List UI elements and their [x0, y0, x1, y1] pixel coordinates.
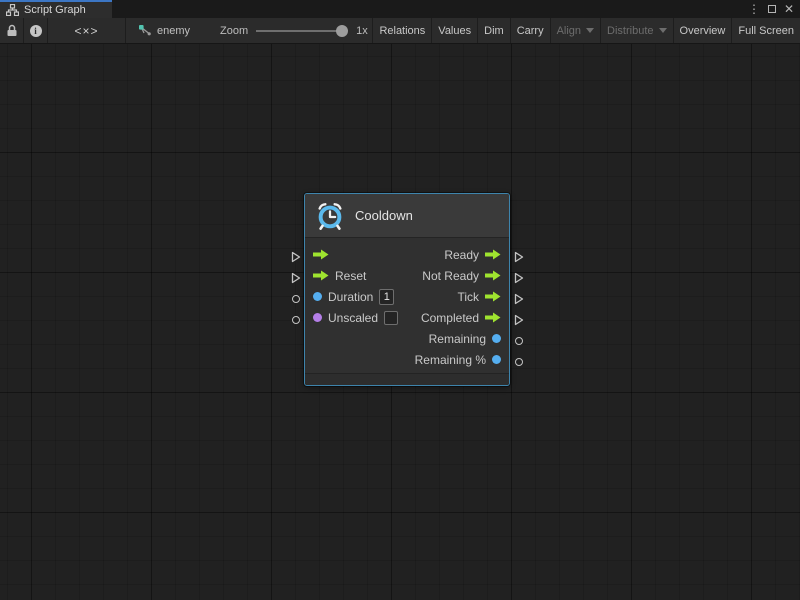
- close-icon[interactable]: ✕: [784, 0, 794, 18]
- flow-arrow-icon: [485, 249, 501, 260]
- graph-toolbar: i <×> enemy Zoom 1x Relations Values: [0, 18, 800, 44]
- value-output-port-remaining-pct[interactable]: [515, 358, 523, 366]
- values-button[interactable]: Values: [431, 18, 477, 43]
- node-footer: [305, 373, 509, 385]
- node-header[interactable]: Cooldown: [305, 194, 509, 238]
- port-output-remaining-pct[interactable]: Remaining %: [415, 353, 501, 367]
- graph-canvas[interactable]: Cooldown Ready Reset: [0, 44, 800, 600]
- graph-breadcrumb[interactable]: enemy: [138, 18, 190, 43]
- port-row: Remaining %: [305, 349, 509, 370]
- flow-output-port-not-ready[interactable]: [514, 272, 524, 284]
- toolbar-buttons: Relations Values Dim Carry Align Distrib…: [372, 18, 800, 43]
- port-output-remaining[interactable]: Remaining: [429, 332, 501, 346]
- port-output-completed[interactable]: Completed: [421, 311, 501, 325]
- value-input-port-unscaled[interactable]: [292, 316, 300, 324]
- flow-output-port-tick[interactable]: [514, 293, 524, 305]
- flow-arrow-icon: [485, 291, 501, 302]
- port-row: Ready: [305, 244, 509, 265]
- port-input-reset[interactable]: Reset: [313, 269, 366, 283]
- port-output-tick[interactable]: Tick: [457, 290, 501, 304]
- carry-button[interactable]: Carry: [510, 18, 550, 43]
- fullscreen-button[interactable]: Full Screen: [731, 18, 800, 43]
- port-label: Reset: [335, 269, 366, 283]
- dim-button[interactable]: Dim: [477, 18, 510, 43]
- value-port-dot-icon: [313, 292, 322, 301]
- code-icon: <×>: [74, 24, 98, 38]
- port-input-unscaled[interactable]: Unscaled: [313, 311, 398, 325]
- window-controls: ⋮ ✕: [748, 0, 800, 18]
- chevron-down-icon: [586, 28, 594, 33]
- port-output-not-ready[interactable]: Not Ready: [422, 269, 501, 283]
- distribute-button: Distribute: [600, 18, 672, 43]
- port-label: Tick: [457, 290, 479, 304]
- value-port-dot-icon: [492, 355, 501, 364]
- flow-arrow-icon: [485, 312, 501, 323]
- flow-arrow-icon: [313, 270, 329, 281]
- port-row: Unscaled Completed: [305, 307, 509, 328]
- hierarchy-icon: [6, 4, 19, 16]
- menu-icon[interactable]: ⋮: [748, 0, 760, 18]
- port-label: Remaining %: [415, 353, 486, 367]
- port-label: Unscaled: [328, 311, 378, 325]
- flow-output-port-ready[interactable]: [514, 251, 524, 263]
- port-label: Completed: [421, 311, 479, 325]
- flow-input-port-enter[interactable]: [291, 251, 301, 263]
- align-button: Align: [550, 18, 600, 43]
- port-input-duration[interactable]: Duration: [313, 289, 394, 305]
- port-input-enter[interactable]: [313, 249, 329, 260]
- zoom-label: Zoom: [220, 25, 248, 37]
- title-bar: Script Graph ⋮ ✕: [0, 0, 800, 18]
- port-label: Not Ready: [422, 269, 479, 283]
- lock-icon: [6, 24, 18, 37]
- zoom-control: Zoom 1x: [220, 18, 368, 43]
- alarm-clock-icon: [315, 201, 345, 231]
- code-view-button[interactable]: <×>: [48, 18, 125, 43]
- flow-arrow-icon: [313, 249, 329, 260]
- overview-button[interactable]: Overview: [673, 18, 732, 43]
- port-label: Ready: [444, 248, 479, 262]
- maximize-icon[interactable]: [768, 0, 776, 18]
- port-label: Duration: [328, 290, 373, 304]
- port-output-ready[interactable]: Ready: [444, 248, 501, 262]
- graph-icon: [138, 24, 152, 37]
- value-output-port-remaining[interactable]: [515, 337, 523, 345]
- value-port-dot-icon: [492, 334, 501, 343]
- port-row: Remaining: [305, 328, 509, 349]
- zoom-slider-track: [256, 30, 340, 32]
- node-title: Cooldown: [355, 208, 413, 223]
- zoom-value: 1x: [356, 25, 368, 37]
- chevron-down-icon: [659, 28, 667, 33]
- info-icon: i: [30, 25, 42, 37]
- value-port-dot-icon: [313, 313, 322, 322]
- info-button[interactable]: i: [24, 18, 47, 43]
- cooldown-node[interactable]: Cooldown Ready Reset: [304, 193, 510, 386]
- tab-label: Script Graph: [24, 4, 86, 16]
- port-row: Duration Tick: [305, 286, 509, 307]
- flow-output-port-completed[interactable]: [514, 314, 524, 326]
- maximize-box: [768, 5, 776, 13]
- port-row: Reset Not Ready: [305, 265, 509, 286]
- flow-input-port-reset[interactable]: [291, 272, 301, 284]
- lock-button[interactable]: [0, 18, 23, 43]
- zoom-slider[interactable]: [256, 18, 348, 43]
- flow-arrow-icon: [485, 270, 501, 281]
- node-body: Ready Reset Not Ready: [305, 238, 509, 373]
- value-input-port-duration[interactable]: [292, 295, 300, 303]
- zoom-slider-handle[interactable]: [336, 25, 348, 37]
- unscaled-checkbox[interactable]: [384, 311, 398, 325]
- graph-name: enemy: [157, 25, 190, 37]
- script-graph-window: Script Graph ⋮ ✕ i <×>: [0, 0, 800, 600]
- duration-input[interactable]: [379, 289, 394, 305]
- tab-script-graph[interactable]: Script Graph: [0, 0, 112, 18]
- toolbar-separator: [125, 18, 126, 43]
- relations-button[interactable]: Relations: [372, 18, 431, 43]
- port-label: Remaining: [429, 332, 486, 346]
